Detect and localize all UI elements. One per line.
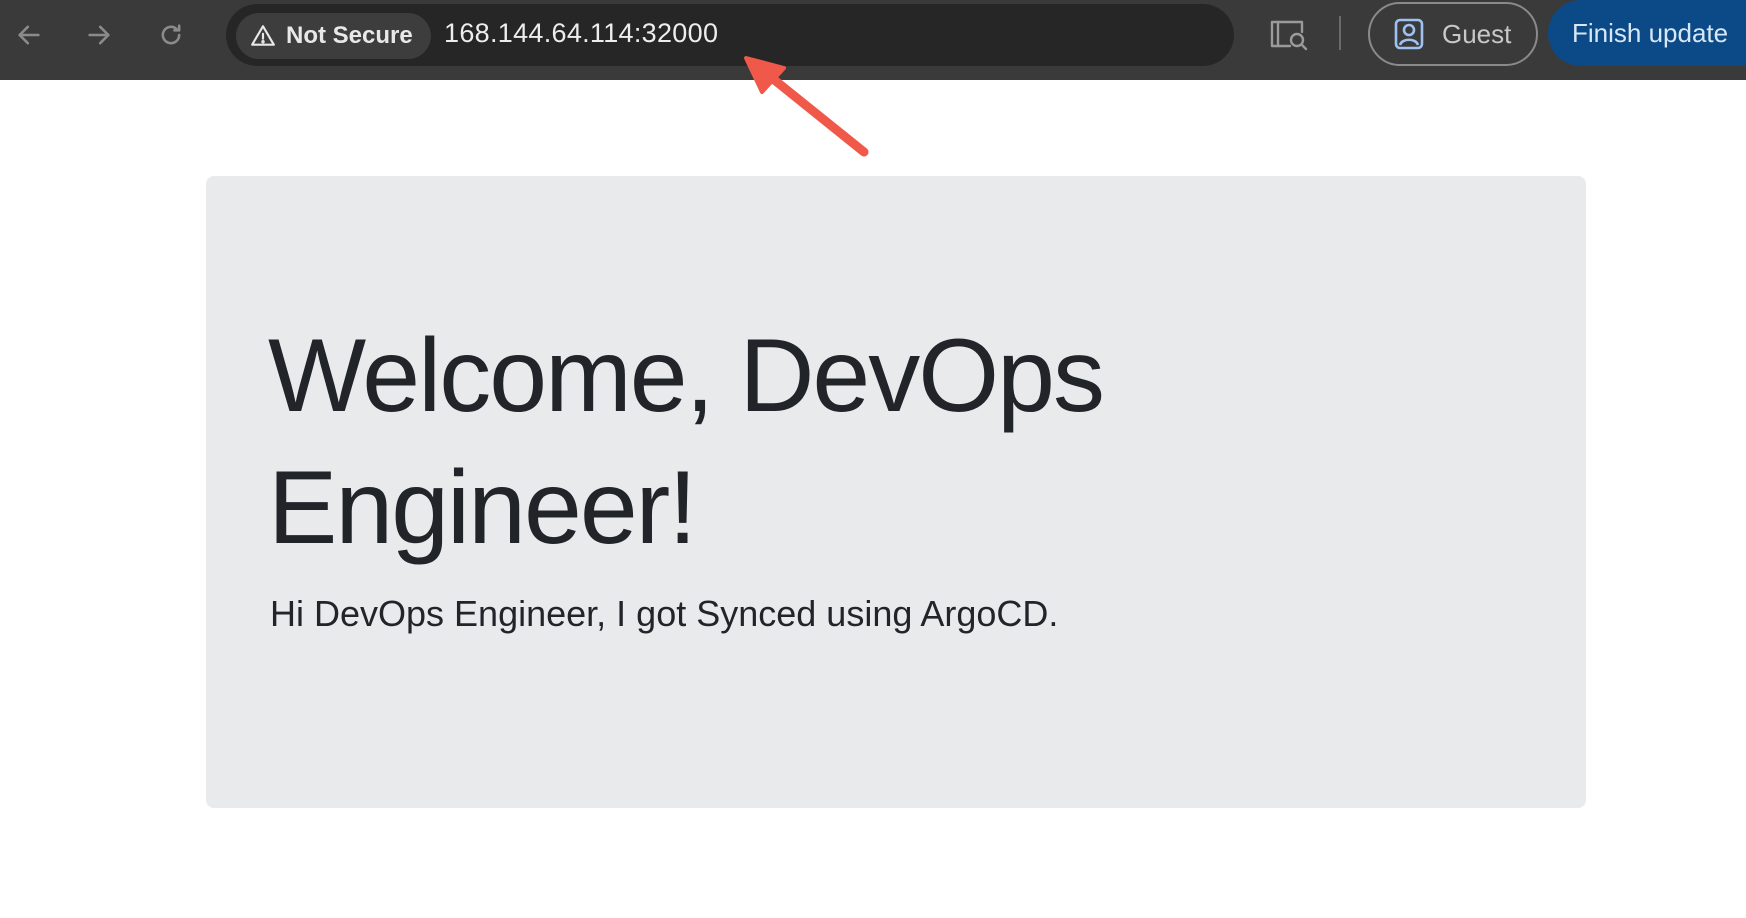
security-label: Not Secure <box>286 22 413 49</box>
finish-update-button[interactable]: Finish update <box>1548 0 1746 66</box>
back-button[interactable] <box>4 10 54 60</box>
search-page-button[interactable] <box>1266 14 1312 54</box>
forward-button[interactable] <box>74 10 124 60</box>
reload-icon <box>161 24 181 45</box>
welcome-card: Welcome, DevOps Engineer! Hi DevOps Engi… <box>206 176 1586 808</box>
finish-update-label: Finish update <box>1572 17 1729 48</box>
toolbar-divider <box>1339 16 1341 50</box>
profile-button[interactable]: Guest <box>1368 2 1538 66</box>
warning-triangle-icon <box>251 25 275 46</box>
search-page-icon <box>1270 20 1308 51</box>
annotation-arrow-icon <box>744 56 869 157</box>
url-text[interactable]: 168.144.64.114:32000 <box>444 18 718 49</box>
sync-message: Hi DevOps Engineer, I got Synced using A… <box>270 593 1059 634</box>
back-arrow-icon <box>18 25 40 45</box>
page-title: Welcome, DevOps Engineer! <box>268 318 1105 566</box>
reload-button[interactable] <box>146 10 196 60</box>
address-bar[interactable]: Not Secure 168.144.64.114:32000 <box>226 4 1234 66</box>
profile-icon <box>1394 18 1424 50</box>
profile-label: Guest <box>1442 18 1512 49</box>
security-indicator[interactable]: Not Secure <box>236 13 431 59</box>
forward-arrow-icon <box>88 25 110 45</box>
